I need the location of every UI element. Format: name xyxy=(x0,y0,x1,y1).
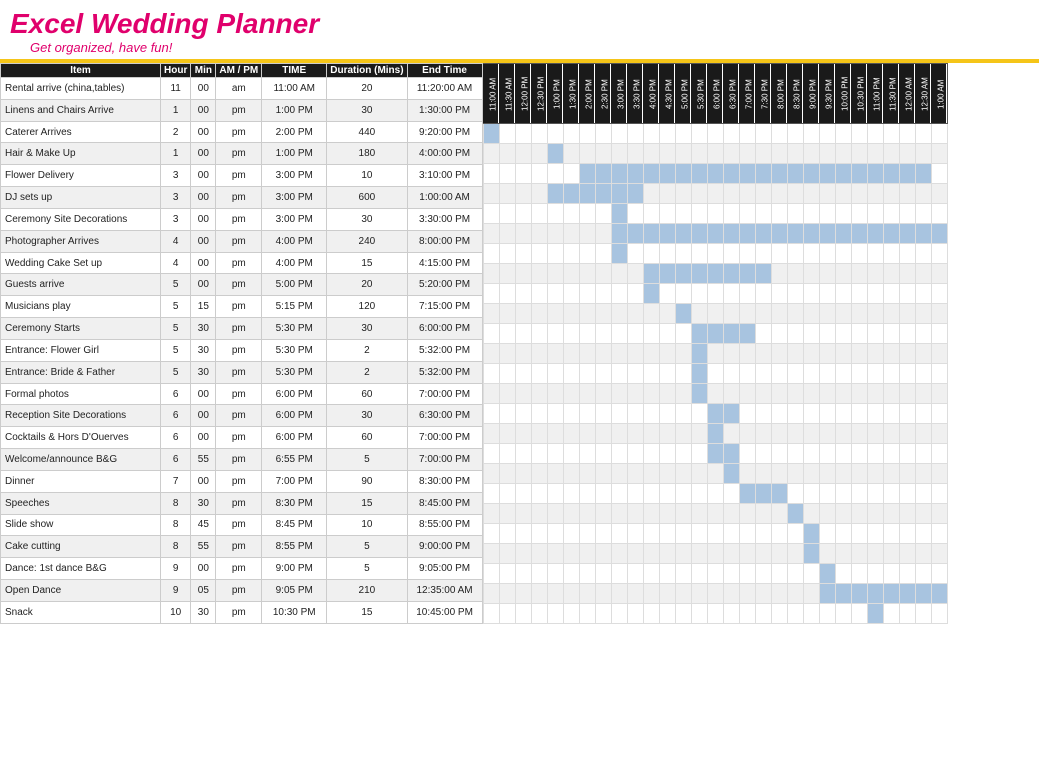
gantt-time-header: 4:00 PM xyxy=(643,64,659,124)
gantt-row xyxy=(483,304,947,324)
gantt-chart: 11:00 AM11:30 AM12:00 PM12:30 PM1:00 PM1… xyxy=(483,63,1039,624)
gantt-time-header: 11:30 AM xyxy=(499,64,515,124)
gantt-row xyxy=(483,204,947,224)
gantt-row xyxy=(483,544,947,564)
table-row: Flower Delivery300pm3:00 PM103:10:00 PM xyxy=(1,165,483,187)
app-subtitle: Get organized, have fun! xyxy=(30,40,1029,55)
main-content: Item Hour Min AM / PM TIME Duration (Min… xyxy=(0,61,1039,624)
col-endtime: End Time xyxy=(407,64,482,78)
gantt-time-header: 3:00 PM xyxy=(611,64,627,124)
gantt-time-header: 2:30 PM xyxy=(595,64,611,124)
gantt-row xyxy=(483,364,947,384)
gantt-time-header: 12:30 AM xyxy=(915,64,931,124)
gantt-row xyxy=(483,184,947,204)
gantt-row xyxy=(483,264,947,284)
col-hour: Hour xyxy=(161,64,191,78)
gantt-row xyxy=(483,444,947,464)
gantt-time-header: 7:30 PM xyxy=(755,64,771,124)
col-item: Item xyxy=(1,64,161,78)
gantt-row xyxy=(483,124,947,144)
gantt-row xyxy=(483,244,947,264)
app-container: Excel Wedding Planner Get organized, hav… xyxy=(0,0,1039,624)
gantt-time-header: 5:00 PM xyxy=(675,64,691,124)
gantt-row xyxy=(483,344,947,364)
table-row: Cake cutting855pm8:55 PM59:00:00 PM xyxy=(1,536,483,558)
gantt-row xyxy=(483,224,947,244)
table-row: Wedding Cake Set up400pm4:00 PM154:15:00… xyxy=(1,252,483,274)
gantt-row xyxy=(483,144,947,164)
table-row: Linens and Chairs Arrive100pm1:00 PM301:… xyxy=(1,99,483,121)
gantt-time-header: 1:30 PM xyxy=(563,64,579,124)
table-row: Open Dance905pm9:05 PM21012:35:00 AM xyxy=(1,580,483,602)
table-row: Guests arrive500pm5:00 PM205:20:00 PM xyxy=(1,274,483,296)
table-row: Photographer Arrives400pm4:00 PM2408:00:… xyxy=(1,230,483,252)
table-row: Reception Site Decorations600pm6:00 PM30… xyxy=(1,405,483,427)
gantt-time-header: 11:00 AM xyxy=(483,64,499,124)
table-row: Caterer Arrives200pm2:00 PM4409:20:00 PM xyxy=(1,121,483,143)
table-row: Dance: 1st dance B&G900pm9:00 PM59:05:00… xyxy=(1,558,483,580)
gantt-table: 11:00 AM11:30 AM12:00 PM12:30 PM1:00 PM1… xyxy=(483,63,948,624)
gantt-time-header: 5:30 PM xyxy=(691,64,707,124)
table-row: Dinner700pm7:00 PM908:30:00 PM xyxy=(1,470,483,492)
gantt-time-header: 12:00 PM xyxy=(515,64,531,124)
col-time: TIME xyxy=(262,64,327,78)
gantt-time-header: 3:30 PM xyxy=(627,64,643,124)
app-title: Excel Wedding Planner xyxy=(10,8,1029,40)
table-row: Rental arrive (china,tables)1100am11:00 … xyxy=(1,78,483,100)
table-row: Cocktails & Hors D'Ouerves600pm6:00 PM60… xyxy=(1,427,483,449)
gantt-time-header: 6:30 PM xyxy=(723,64,739,124)
table-row: Musicians play515pm5:15 PM1207:15:00 PM xyxy=(1,296,483,318)
gantt-time-header: 1:00 PM xyxy=(547,64,563,124)
table-row: DJ sets up300pm3:00 PM6001:00:00 AM xyxy=(1,187,483,209)
table-row: Slide show845pm8:45 PM108:55:00 PM xyxy=(1,514,483,536)
table-row: Ceremony Starts530pm5:30 PM306:00:00 PM xyxy=(1,318,483,340)
gantt-row xyxy=(483,384,947,404)
col-min: Min xyxy=(191,64,216,78)
gantt-time-header: 4:30 PM xyxy=(659,64,675,124)
gantt-time-header: 8:30 PM xyxy=(787,64,803,124)
col-ampm: AM / PM xyxy=(216,64,262,78)
gantt-time-header: 10:00 PM xyxy=(835,64,851,124)
data-table: Item Hour Min AM / PM TIME Duration (Min… xyxy=(0,63,483,624)
gantt-time-header: 9:00 PM xyxy=(803,64,819,124)
table-row: Welcome/announce B&G655pm6:55 PM57:00:00… xyxy=(1,449,483,471)
header: Excel Wedding Planner Get organized, hav… xyxy=(0,0,1039,61)
col-duration: Duration (Mins) xyxy=(327,64,407,78)
gantt-time-header: 10:30 PM xyxy=(851,64,867,124)
table-row: Hair & Make Up100pm1:00 PM1804:00:00 PM xyxy=(1,143,483,165)
table-row: Entrance: Bride & Father530pm5:30 PM25:3… xyxy=(1,361,483,383)
table-row: Entrance: Flower Girl530pm5:30 PM25:32:0… xyxy=(1,339,483,361)
gantt-row xyxy=(483,604,947,624)
gantt-time-header: 1:00 AM xyxy=(931,64,947,124)
gantt-time-header: 9:30 PM xyxy=(819,64,835,124)
table-row: Snack1030pm10:30 PM1510:45:00 PM xyxy=(1,601,483,623)
gantt-row xyxy=(483,484,947,504)
gantt-time-header: 11:30 PM xyxy=(883,64,899,124)
gantt-time-header: 12:00 AM xyxy=(899,64,915,124)
gantt-time-header: 11:00 PM xyxy=(867,64,883,124)
gantt-row xyxy=(483,324,947,344)
gantt-row xyxy=(483,404,947,424)
table-row: Ceremony Site Decorations300pm3:00 PM303… xyxy=(1,208,483,230)
gantt-time-header: 2:00 PM xyxy=(579,64,595,124)
gantt-row xyxy=(483,564,947,584)
gantt-time-header: 6:00 PM xyxy=(707,64,723,124)
gantt-row xyxy=(483,424,947,444)
gantt-row xyxy=(483,584,947,604)
gantt-row xyxy=(483,464,947,484)
gantt-time-header: 12:30 PM xyxy=(531,64,547,124)
table-row: Speeches830pm8:30 PM158:45:00 PM xyxy=(1,492,483,514)
gantt-row xyxy=(483,504,947,524)
gantt-time-header: 7:00 PM xyxy=(739,64,755,124)
gantt-row xyxy=(483,284,947,304)
table-row: Formal photos600pm6:00 PM607:00:00 PM xyxy=(1,383,483,405)
gantt-time-header: 8:00 PM xyxy=(771,64,787,124)
gantt-row xyxy=(483,164,947,184)
gantt-row xyxy=(483,524,947,544)
